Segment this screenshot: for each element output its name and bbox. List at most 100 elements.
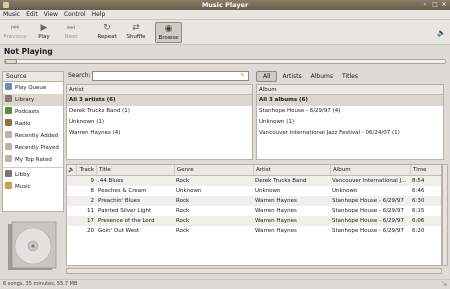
shuffle-icon: ⇄ xyxy=(132,23,140,33)
source-item-recently-played[interactable]: Recently Played xyxy=(3,142,63,154)
artist-row[interactable]: Derek Trucks Band (1) xyxy=(67,106,252,117)
shuffle-button[interactable]: ⇄ Shuffle xyxy=(123,22,149,43)
source-item-label: Library xyxy=(15,97,35,103)
seek-slider[interactable] xyxy=(4,59,446,64)
playlist-icon xyxy=(5,143,12,150)
source-item-label: Music xyxy=(15,184,31,190)
source-item-my-top-rated[interactable]: My Top Rated xyxy=(3,154,63,166)
cell-genre: Rock xyxy=(176,208,190,214)
horizontal-scrollbar[interactable] xyxy=(66,268,442,274)
menu-edit[interactable]: Edit xyxy=(23,10,41,20)
seek-handle[interactable] xyxy=(5,59,17,64)
cell-album: Stanhope House - 6/29/97 xyxy=(332,208,404,214)
vertical-scrollbar[interactable] xyxy=(442,164,448,266)
artist-column-header[interactable]: Artist xyxy=(67,85,252,95)
source-header-label: Source xyxy=(6,73,27,80)
cell-title: Peaches & Cream xyxy=(98,188,147,194)
cell-track-number: 17 xyxy=(87,218,94,224)
cell-genre: Rock xyxy=(176,198,190,204)
source-item-library[interactable]: Library xyxy=(3,94,63,106)
previous-label: Previous xyxy=(3,34,27,40)
album-column-header[interactable]: Album xyxy=(257,85,443,95)
cell-title: .44 Blues xyxy=(98,178,124,184)
search-input[interactable]: ✎ xyxy=(92,71,249,81)
podcast-icon xyxy=(5,107,12,114)
next-button[interactable]: ⏭ Next xyxy=(61,22,81,43)
artist-row[interactable]: All 3 artists (6) xyxy=(67,95,252,106)
album-row[interactable]: Unknown (1) xyxy=(257,117,443,128)
column-header-genre[interactable]: Genre xyxy=(174,165,253,175)
source-item-libby[interactable]: Libby xyxy=(3,169,63,181)
column-header-time[interactable]: Time xyxy=(410,165,441,175)
artist-row[interactable]: Warren Haynes (4) xyxy=(67,128,252,139)
source-item-radio[interactable]: Radio xyxy=(3,118,63,130)
minimize-icon[interactable]: – xyxy=(422,2,428,8)
volume-icon[interactable]: 🔈 xyxy=(437,29,446,37)
source-item-label: Radio xyxy=(15,121,31,127)
resize-grip-icon[interactable]: ⇲ xyxy=(442,282,448,288)
cell-artist: Warren Haynes xyxy=(255,208,297,214)
source-item-label: Recently Added xyxy=(15,133,59,139)
table-row[interactable]: 20 Goin' Out West Rock Warren Haynes Stanhop… xyxy=(67,226,441,236)
source-item-play-queue[interactable]: Play Queue xyxy=(3,82,63,94)
next-label: Next xyxy=(64,34,78,40)
table-row[interactable]: 8 Peaches & Cream Unknown Unknown Unknown 6:4… xyxy=(67,186,441,196)
album-row[interactable]: Vancouver International Jazz Festival - … xyxy=(257,128,443,139)
cell-artist: Derek Trucks Band xyxy=(255,178,307,184)
repeat-label: Repeat xyxy=(97,34,117,40)
menu-help[interactable]: Help xyxy=(89,10,109,20)
previous-button[interactable]: ⏮ Previous xyxy=(2,22,28,43)
cell-title: Presence of the Lord xyxy=(98,218,155,224)
maximize-icon[interactable]: □ xyxy=(432,2,438,8)
source-item-music[interactable]: Music xyxy=(3,181,63,193)
status-bar: 6 songs, 35 minutes, 55.7 MB ⇲ xyxy=(0,279,450,289)
source-header[interactable]: Source xyxy=(2,71,64,82)
track-rows: 9.44 Blues Rock Derek Trucks Band Vancouver… xyxy=(67,176,441,236)
cell-artist: Warren Haynes xyxy=(255,198,297,204)
menu-view[interactable]: View xyxy=(41,10,61,20)
browse-button[interactable]: ◉ Browse xyxy=(155,22,182,43)
clear-search-icon[interactable]: ✎ xyxy=(240,73,246,79)
window-title: Music Player xyxy=(201,1,249,9)
tab-albums[interactable]: Albums xyxy=(307,71,337,82)
cell-genre: Rock xyxy=(176,218,190,224)
album-pane: Album All 3 albums (6) Stanhope House - … xyxy=(256,84,444,160)
cell-artist: Unknown xyxy=(255,188,281,194)
playlist-icon xyxy=(5,131,12,138)
cell-title: Goin' Out West xyxy=(98,228,140,234)
source-item-label: Podcasts xyxy=(15,109,40,115)
tab-artists[interactable]: Artists xyxy=(278,71,305,82)
toolbar: ⏮ Previous ▶ Play ⏭ Next ↻ Repeat ⇄ Shuf… xyxy=(0,20,450,45)
column-header-title[interactable]: Title xyxy=(96,165,174,175)
cell-album: Stanhope House - 6/29/97 xyxy=(332,198,404,204)
play-button[interactable]: ▶ Play xyxy=(33,22,55,43)
cell-title: Preachin' Blues xyxy=(98,198,140,204)
table-row[interactable]: 17 Presence of the Lord Rock Warren Haynes S… xyxy=(67,216,441,226)
album-cover xyxy=(2,214,64,278)
track-table-header: 🔈 Track Title Genre Artist Album Time xyxy=(67,165,441,176)
close-icon[interactable]: × xyxy=(441,2,447,8)
speaker-icon[interactable]: 🔈 xyxy=(67,165,76,175)
table-row[interactable]: 2 Preachin' Blues Rock Warren Haynes Stanhop… xyxy=(67,196,441,206)
column-header-artist[interactable]: Artist xyxy=(253,165,330,175)
shuffle-label: Shuffle xyxy=(126,34,146,40)
column-header-album[interactable]: Album xyxy=(330,165,410,175)
album-row[interactable]: All 3 albums (6) xyxy=(257,95,443,106)
repeat-button[interactable]: ↻ Repeat xyxy=(94,22,120,43)
cell-track-number: 20 xyxy=(87,228,94,234)
tab-all[interactable]: All xyxy=(256,71,278,82)
menu-music[interactable]: Music xyxy=(0,10,23,20)
cell-album: Vancouver International J... xyxy=(332,178,407,184)
album-row[interactable]: Stanhope House - 6/29/97 (4) xyxy=(257,106,443,117)
column-header-track[interactable]: Track xyxy=(76,165,96,175)
table-row[interactable]: 11 Painted Silver Light Rock Warren Haynes S… xyxy=(67,206,441,216)
source-item-podcasts[interactable]: Podcasts xyxy=(3,106,63,118)
browse-label: Browse xyxy=(158,35,179,41)
tab-titles[interactable]: Titles xyxy=(338,71,362,82)
cell-time: 6:46 xyxy=(412,188,425,194)
title-bar: Music Player – □ × xyxy=(0,0,450,10)
artist-row[interactable]: Unknown (1) xyxy=(67,117,252,128)
source-item-recently-added[interactable]: Recently Added xyxy=(3,130,63,142)
table-row[interactable]: 9.44 Blues Rock Derek Trucks Band Vancouver… xyxy=(67,176,441,186)
menu-control[interactable]: Control xyxy=(61,10,89,20)
